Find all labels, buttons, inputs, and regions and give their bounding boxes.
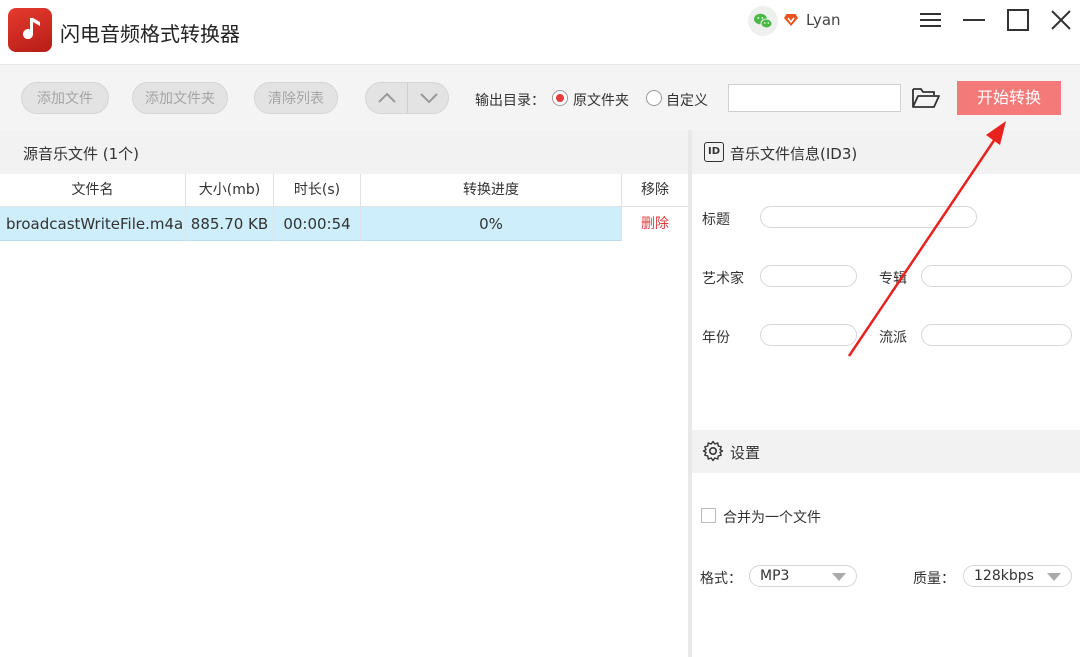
merge-label[interactable]: 合并为一个文件: [723, 507, 821, 527]
username[interactable]: Lyan: [806, 11, 841, 29]
menu-icon[interactable]: [917, 6, 945, 34]
start-convert-button[interactable]: 开始转换: [957, 81, 1061, 115]
source-files-header: 源音乐文件 (1个): [0, 130, 688, 174]
col-filename[interactable]: 文件名: [0, 174, 186, 207]
panel-divider[interactable]: [688, 130, 692, 657]
delete-row-button[interactable]: 删除: [622, 207, 688, 241]
music-note-icon: [23, 18, 40, 40]
output-dir-label: 输出目录：: [475, 93, 545, 109]
chevron-up-icon: [378, 92, 396, 103]
radio-custom-folder[interactable]: [646, 90, 662, 106]
format-value: MP3: [760, 568, 790, 584]
move-up-button[interactable]: [366, 83, 408, 113]
genre-input[interactable]: [921, 324, 1072, 346]
quality-label: 质量：: [913, 571, 955, 587]
id-badge-icon: ID: [704, 142, 724, 162]
gear-icon: [702, 440, 724, 462]
settings-title: 设置: [730, 444, 761, 462]
format-label: 格式：: [700, 571, 742, 587]
add-folder-button[interactable]: 添加文件夹: [132, 82, 228, 114]
settings-header: 设置: [692, 430, 1080, 473]
album-label: 专辑: [879, 271, 907, 287]
quality-value: 128kbps: [974, 568, 1034, 584]
id3-title: 音乐文件信息(ID3): [730, 145, 858, 163]
col-duration[interactable]: 时长(s): [274, 174, 361, 207]
minimize-icon[interactable]: [960, 6, 988, 34]
quality-select[interactable]: 128kbps: [963, 565, 1072, 587]
file-duration-cell: 00:00:54: [274, 207, 361, 241]
year-label: 年份: [702, 330, 730, 346]
album-input[interactable]: [921, 265, 1072, 287]
merge-checkbox[interactable]: [701, 508, 716, 523]
radio-original-label[interactable]: 原文件夹: [573, 90, 629, 110]
col-remove[interactable]: 移除: [622, 174, 688, 207]
folder-open-icon[interactable]: [911, 85, 941, 111]
year-input[interactable]: [760, 324, 857, 346]
clear-list-button[interactable]: 清除列表: [254, 82, 338, 114]
file-name-cell: broadcastWriteFile.m4a: [0, 207, 186, 241]
dropdown-arrow-icon: [832, 573, 846, 581]
file-progress-cell: 0%: [361, 207, 622, 241]
table-row[interactable]: broadcastWriteFile.m4a 885.70 KB 00:00:5…: [0, 207, 688, 241]
maximize-icon[interactable]: [1004, 6, 1032, 34]
radio-original-folder[interactable]: [552, 90, 568, 106]
col-progress[interactable]: 转换进度: [361, 174, 622, 207]
close-icon[interactable]: [1047, 6, 1075, 34]
app-title: 闪电音频格式转换器: [60, 22, 240, 46]
toolbar: 添加文件 添加文件夹 清除列表 输出目录： 原文件夹 自定义 开始转换: [0, 64, 1080, 130]
id3-header: ID 音乐文件信息(ID3): [692, 130, 1080, 174]
artist-input[interactable]: [760, 265, 857, 287]
format-select[interactable]: MP3: [749, 565, 857, 587]
table-header-row: 文件名 大小(mb) 时长(s) 转换进度 移除: [0, 174, 688, 207]
title-label: 标题: [702, 212, 730, 228]
artist-label: 艺术家: [702, 271, 744, 287]
dropdown-arrow-icon: [1047, 573, 1061, 581]
add-file-button[interactable]: 添加文件: [21, 82, 109, 114]
move-down-button[interactable]: [408, 83, 448, 113]
radio-custom-label[interactable]: 自定义: [666, 90, 708, 110]
genre-label: 流派: [879, 330, 907, 346]
title-bar: 闪电音频格式转换器 Lyan: [0, 0, 1080, 64]
file-size-cell: 885.70 KB: [186, 207, 274, 241]
chevron-down-icon: [420, 93, 438, 104]
title-input[interactable]: [760, 206, 977, 228]
app-logo: [8, 8, 52, 52]
move-buttons: [365, 82, 449, 114]
source-files-title: 源音乐文件 (1个): [23, 145, 140, 163]
wechat-icon[interactable]: [748, 6, 778, 36]
vip-diamond-icon: [784, 14, 798, 26]
output-path-input[interactable]: [728, 84, 901, 112]
col-size[interactable]: 大小(mb): [186, 174, 274, 207]
